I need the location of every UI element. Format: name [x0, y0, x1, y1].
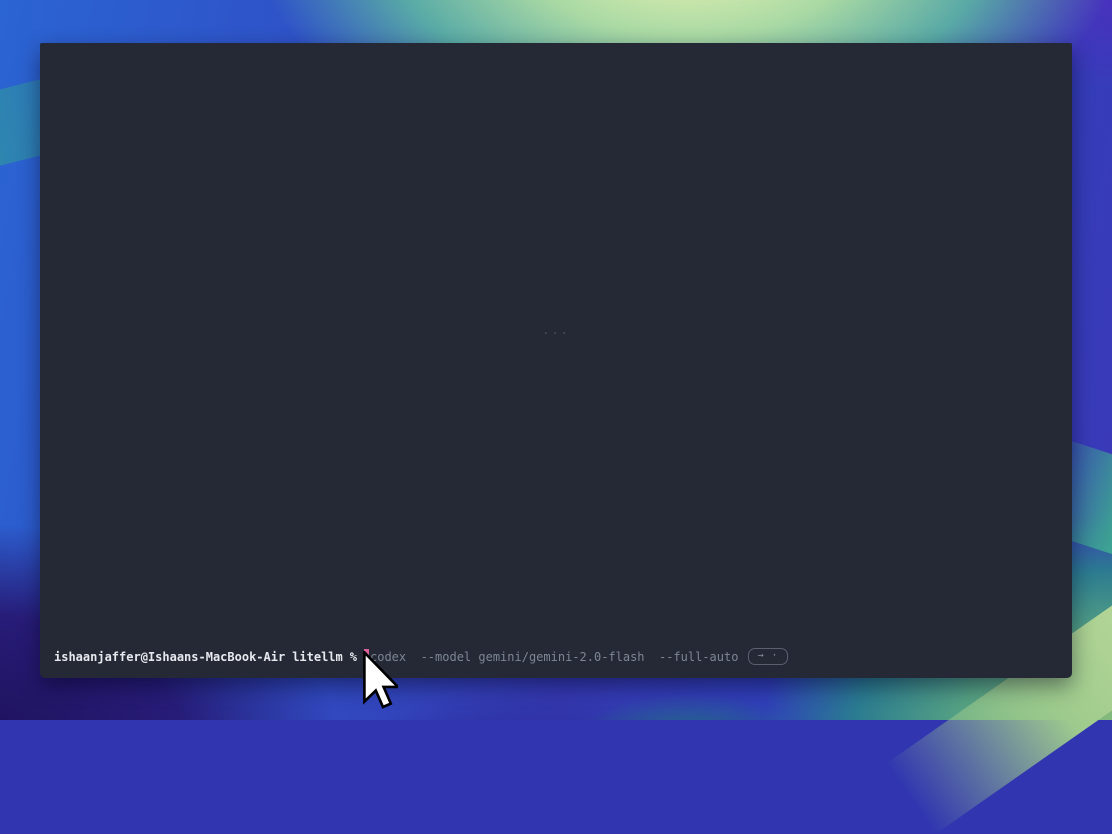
mouse-cursor [362, 651, 398, 709]
terminal-output-area[interactable]: ... [40, 43, 1072, 678]
prompt-autosuggestion: codex --model gemini/gemini-2.0-flash --… [370, 649, 738, 665]
prompt-user-host: ishaanjaffer@Ishaans-MacBook-Air [54, 649, 285, 665]
terminal-center-ellipsis: ... [542, 323, 570, 337]
prompt-symbol: % [350, 649, 357, 665]
terminal-prompt-line[interactable]: ishaanjaffer@Ishaans-MacBook-Air litellm… [54, 648, 1058, 665]
terminal-window[interactable]: ... ishaanjaffer@Ishaans-MacBook-Air lit… [40, 43, 1072, 678]
autosuggestion-accept-badge: → · [748, 648, 787, 665]
prompt-directory: litellm [292, 649, 343, 665]
